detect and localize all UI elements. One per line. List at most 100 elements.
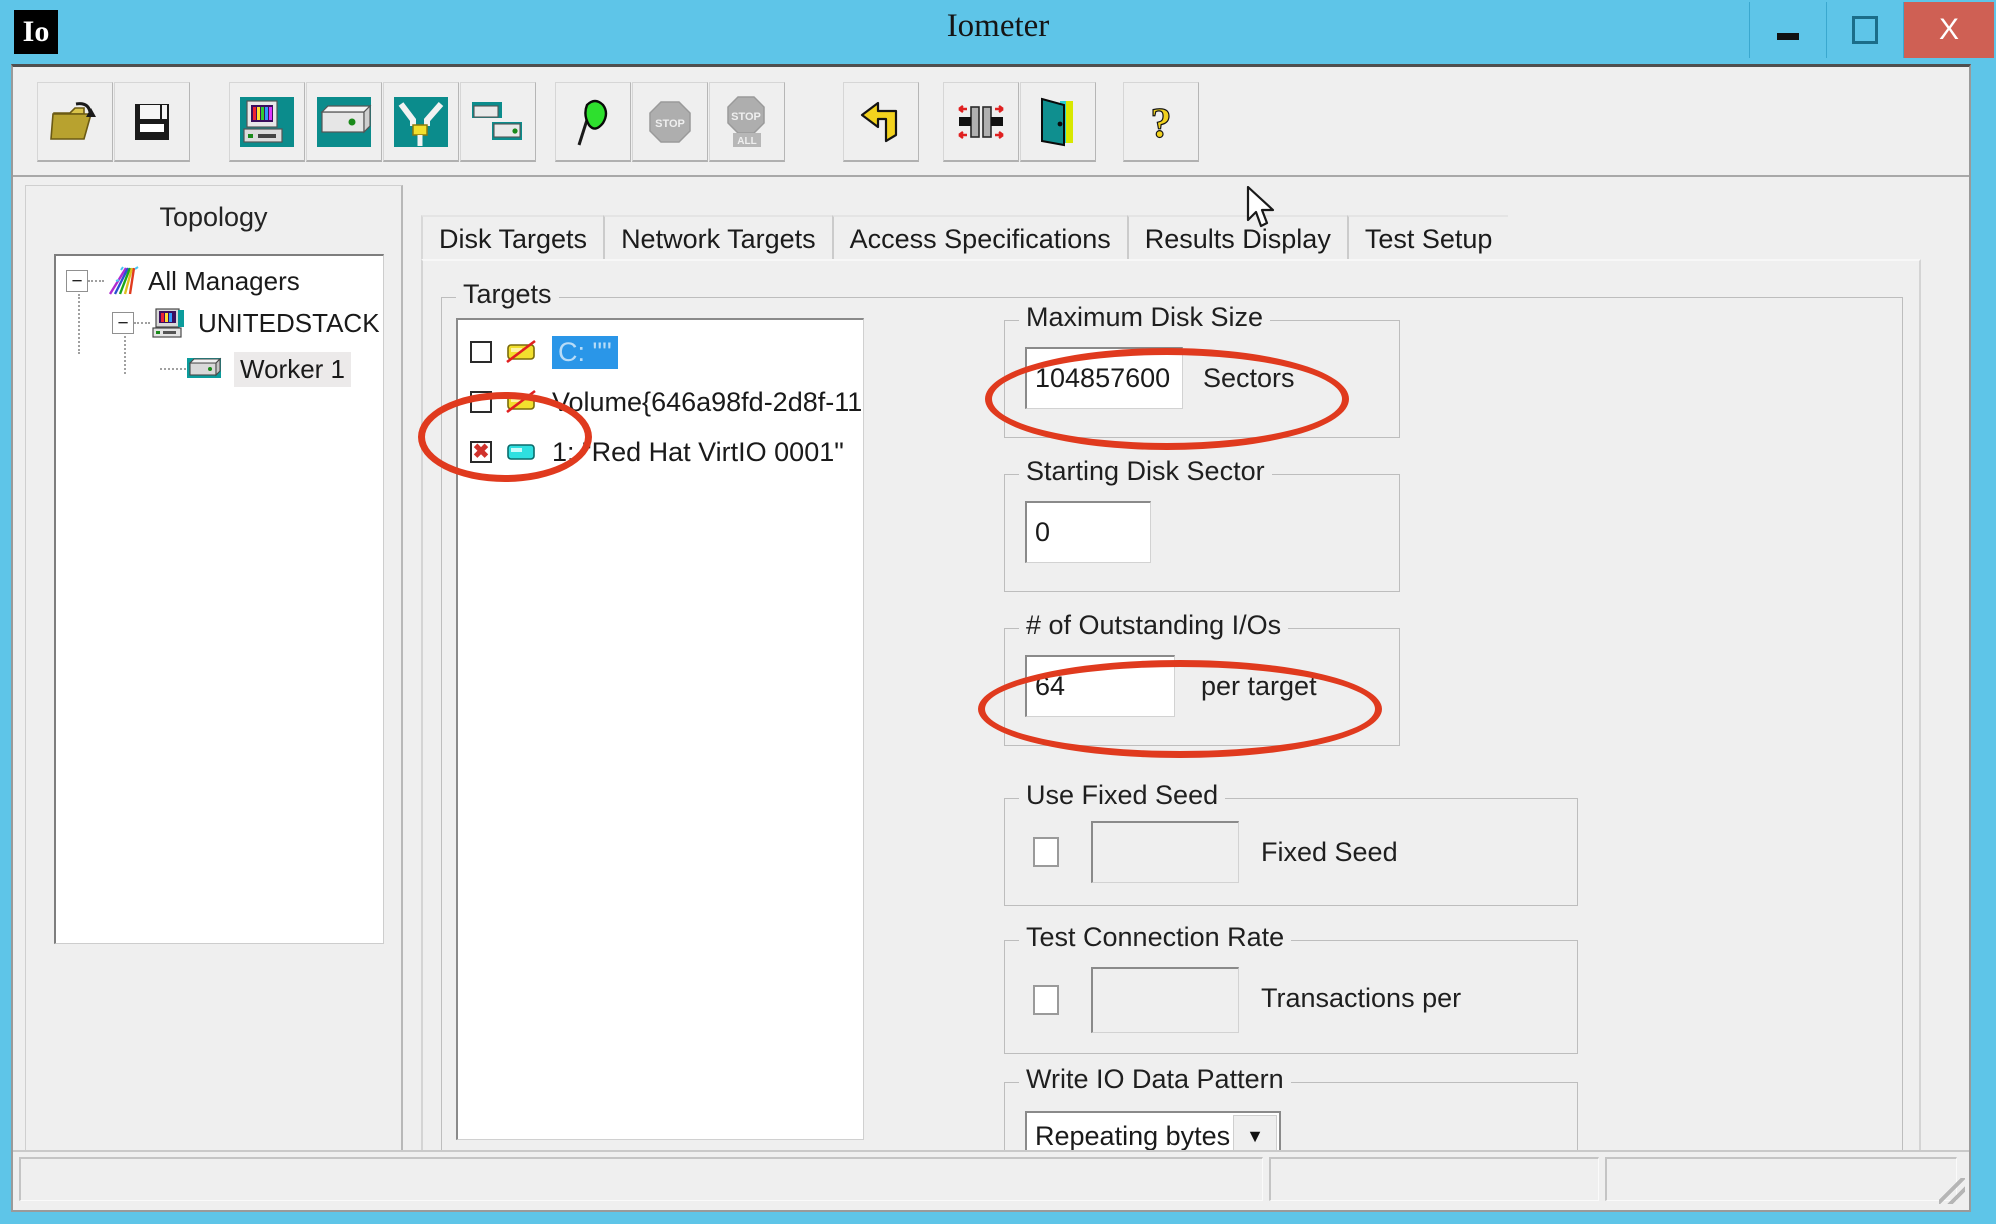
target-checkbox[interactable]: ✖ xyxy=(470,441,492,463)
resize-grip-icon[interactable] xyxy=(1939,1178,1965,1204)
tree-item-worker-1[interactable]: Worker 1 xyxy=(160,350,351,388)
tab-disk-targets[interactable]: Disk Targets xyxy=(421,215,604,261)
close-icon: X xyxy=(1938,13,1959,46)
target-label: C: "" xyxy=(552,335,618,369)
window-controls: X xyxy=(1749,2,1994,58)
test-connection-rate-checkbox[interactable] xyxy=(1033,985,1059,1015)
swap-arrows-icon xyxy=(958,104,1004,139)
tree-item-label: UNITEDSTACK xyxy=(198,307,380,338)
status-pane-3 xyxy=(1605,1157,1957,1201)
right-pane: Disk Targets Network Targets Access Spec… xyxy=(411,185,1961,1192)
duplicate-worker-button[interactable] xyxy=(460,82,536,162)
toolbar: STOP STOP ALL ? xyxy=(13,70,1969,177)
test-connection-rate-group: Test Connection Rate Transactions per xyxy=(1004,922,1578,1054)
tree-connector xyxy=(88,280,104,282)
topology-tree[interactable]: − All Managers − UNITEDSTACK Worker 1 xyxy=(54,254,384,944)
stop-all-sign-icon: STOP ALL xyxy=(727,95,765,147)
target-row[interactable]: Volume{646a98fd-2d8f-11e4-80b xyxy=(470,382,863,422)
tab-results-display[interactable]: Results Display xyxy=(1126,215,1347,261)
target-label: Volume{646a98fd-2d8f-11e4-80b xyxy=(552,386,863,417)
starting-disk-sector-input[interactable]: 0 xyxy=(1025,501,1151,563)
expander-icon[interactable]: − xyxy=(112,312,134,334)
svg-text:?: ? xyxy=(1151,101,1172,147)
maximum-disk-size-input[interactable]: 104857600 xyxy=(1025,347,1183,409)
open-folder-icon xyxy=(50,101,96,140)
tree-connector xyxy=(160,368,186,370)
status-pane-1 xyxy=(19,1157,1263,1201)
topology-title: Topology xyxy=(159,202,268,232)
worker-icon xyxy=(317,96,372,147)
stop-test-button[interactable]: STOP xyxy=(632,82,708,162)
target-checkbox[interactable] xyxy=(470,341,492,363)
tree-item-all-managers[interactable]: − All Managers xyxy=(66,262,300,300)
exit-iometer-button[interactable] xyxy=(1020,82,1096,162)
physical-disk-icon xyxy=(507,444,535,460)
target-row[interactable]: ✖ 1: "Red Hat VirtIO 0001" xyxy=(470,432,844,472)
target-row[interactable]: C: "" xyxy=(470,332,618,372)
yellow-arrow-icon xyxy=(860,101,898,142)
swap-targets-button[interactable] xyxy=(943,82,1019,162)
start-tests-button[interactable] xyxy=(555,82,631,162)
starting-disk-sector-group: Starting Disk Sector 0 xyxy=(1004,456,1400,592)
target-checkbox[interactable] xyxy=(470,391,492,413)
expander-icon[interactable]: − xyxy=(66,270,88,292)
new-manager-button[interactable] xyxy=(229,82,305,162)
tab-network-targets[interactable]: Network Targets xyxy=(603,215,832,261)
use-fixed-seed-label: Use Fixed Seed xyxy=(1019,780,1226,811)
fixed-seed-input[interactable] xyxy=(1091,821,1239,883)
stop-sign-icon: STOP xyxy=(649,100,691,143)
maximize-button[interactable] xyxy=(1826,2,1903,58)
help-button[interactable]: ? xyxy=(1123,82,1199,162)
targets-group: Targets C: "" Volume{646a98fd-2d8f-11 ✖ … xyxy=(441,279,1903,1192)
client-area: STOP STOP ALL ? Topology − All Managers … xyxy=(11,64,1971,1212)
maximum-disk-size-label: Maximum Disk Size xyxy=(1019,302,1271,333)
open-config-file-button[interactable] xyxy=(37,82,113,162)
outstanding-ios-units: per target xyxy=(1201,671,1317,701)
reset-workers-button[interactable] xyxy=(843,82,919,162)
close-button[interactable]: X xyxy=(1903,2,1994,58)
tab-strip: Disk Targets Network Targets Access Spec… xyxy=(421,213,1509,261)
network-fork-icon xyxy=(394,96,448,147)
svg-text:STOP: STOP xyxy=(731,111,761,123)
exit-door-icon xyxy=(1041,97,1073,146)
tree-item-unitedstack[interactable]: − UNITEDSTACK xyxy=(112,304,380,342)
manager-computer-icon xyxy=(152,308,184,338)
question-mark-icon: ? xyxy=(1150,100,1172,147)
target-label: 1: "Red Hat VirtIO 0001" xyxy=(552,436,844,467)
all-managers-rainbow-icon xyxy=(108,266,139,295)
tab-test-setup[interactable]: Test Setup xyxy=(1346,215,1509,261)
computer-monitor-icon xyxy=(240,96,294,147)
disk-targets-page: Targets C: "" Volume{646a98fd-2d8f-11 ✖ … xyxy=(421,259,1921,1192)
tree-connector xyxy=(78,294,80,354)
outstanding-ios-input[interactable]: 64 xyxy=(1025,655,1175,717)
disabled-disk-icon xyxy=(506,389,536,414)
targets-group-label: Targets xyxy=(456,279,559,310)
targets-listbox[interactable]: C: "" Volume{646a98fd-2d8f-11e4-80b xyxy=(456,318,864,1140)
save-config-file-button[interactable] xyxy=(114,82,190,162)
transactions-per-units: Transactions per xyxy=(1261,983,1462,1013)
write-io-data-pattern-value: Repeating bytes xyxy=(1035,1120,1231,1151)
fixed-seed-units: Fixed Seed xyxy=(1261,837,1398,867)
green-flag-icon xyxy=(577,99,608,145)
new-worker-button[interactable] xyxy=(306,82,382,162)
disconnect-button[interactable] xyxy=(383,82,459,162)
topology-panel: Topology − All Managers − UNITEDSTACK Wo… xyxy=(25,185,403,1190)
status-pane-2 xyxy=(1269,1157,1599,1201)
starting-disk-sector-label: Starting Disk Sector xyxy=(1019,456,1272,487)
tree-connector xyxy=(134,322,150,324)
tab-access-specifications[interactable]: Access Specifications xyxy=(831,215,1127,261)
minimize-icon xyxy=(1777,32,1799,40)
checkbox-check-icon: ✖ xyxy=(472,441,490,463)
maximum-disk-size-group: Maximum Disk Size 104857600 Sectors xyxy=(1004,302,1400,438)
title-bar: Io Iometer X xyxy=(0,0,1996,64)
maximize-icon xyxy=(1852,16,1878,44)
use-fixed-seed-checkbox[interactable] xyxy=(1033,837,1059,867)
transactions-per-input[interactable] xyxy=(1091,967,1239,1033)
floppy-disk-icon xyxy=(135,103,169,140)
write-io-data-pattern-label: Write IO Data Pattern xyxy=(1019,1064,1291,1095)
maximum-disk-size-units: Sectors xyxy=(1203,363,1295,393)
minimize-button[interactable] xyxy=(1749,2,1826,58)
outstanding-ios-label: # of Outstanding I/Os xyxy=(1019,610,1289,641)
stop-all-tests-button[interactable]: STOP ALL xyxy=(709,82,785,162)
svg-text:ALL: ALL xyxy=(737,136,756,147)
